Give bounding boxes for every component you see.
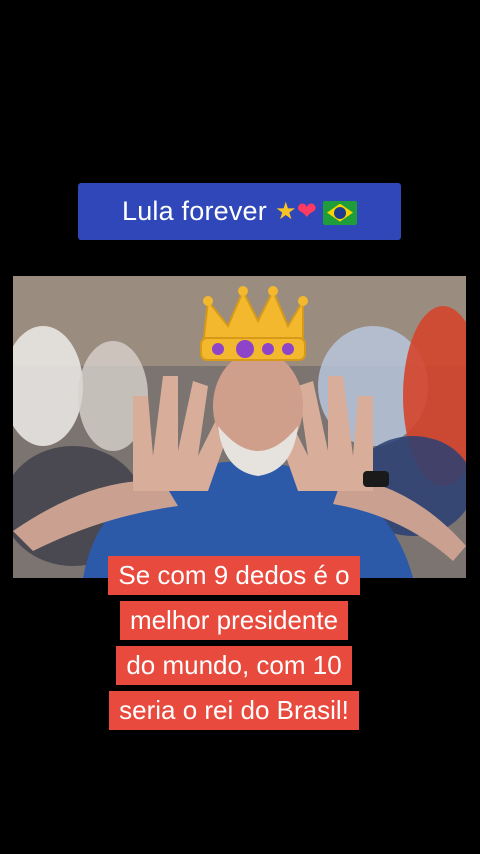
heart-icon: ❤ xyxy=(296,198,317,225)
banner-text: Lula forever xyxy=(121,196,267,226)
photo xyxy=(13,276,466,578)
caption-line-4: seria o rei do Brasil! xyxy=(109,691,359,730)
caption-line-3: do mundo, com 10 xyxy=(116,646,352,685)
emoji-row: ★❤ xyxy=(275,197,357,226)
caption-line-2: melhor presidente xyxy=(119,601,349,640)
caption-line-1: Se com 9 dedos é o xyxy=(108,556,360,595)
caption: Se com 9 dedos é o melhor presidente do … xyxy=(72,556,396,736)
brazil-flag-icon xyxy=(323,200,357,225)
title-banner: Lula forever ★❤ xyxy=(78,183,401,240)
photo-illustration xyxy=(13,276,466,578)
star-icon: ★ xyxy=(274,198,297,225)
